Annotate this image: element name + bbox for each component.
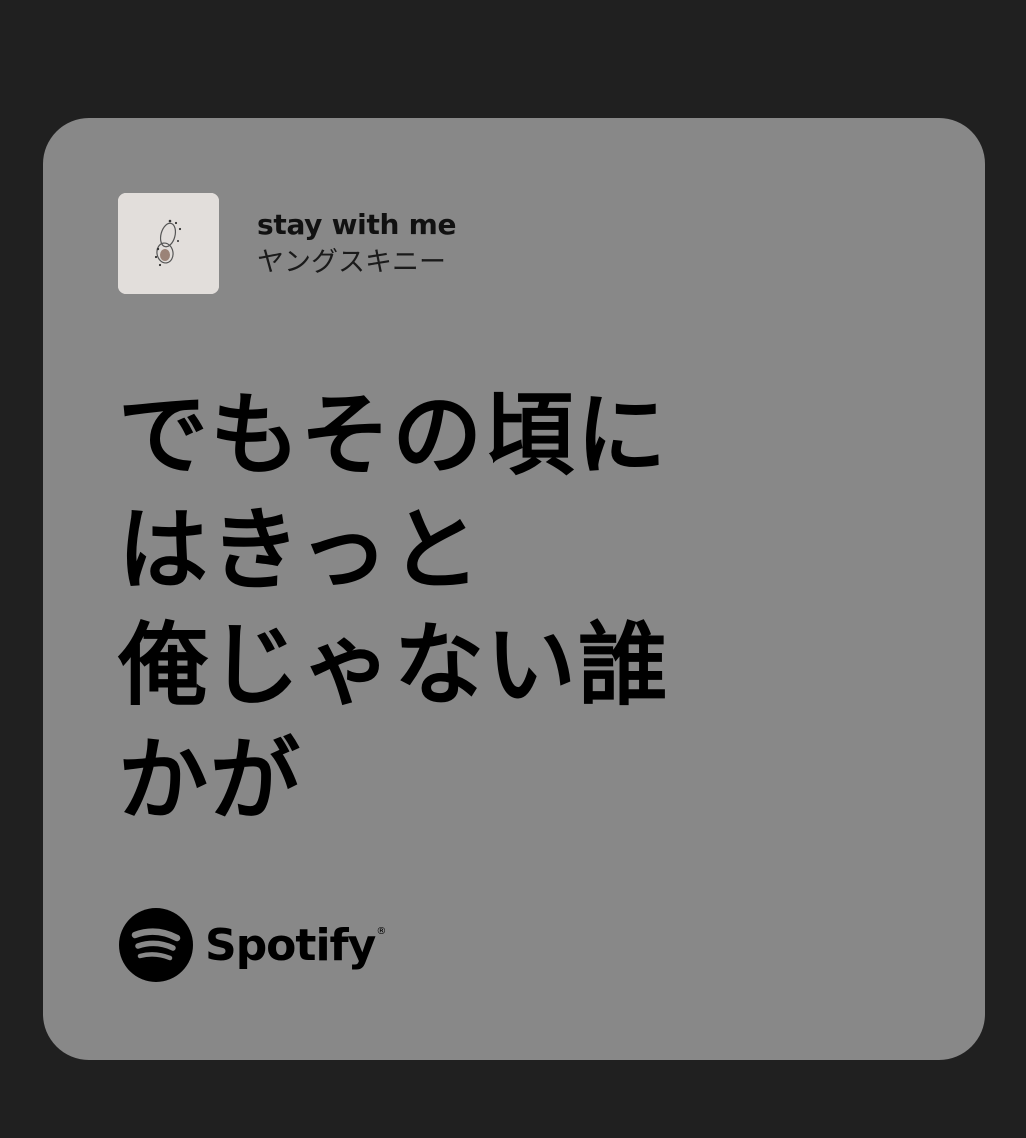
track-meta: stay with me ヤングスキニー bbox=[257, 193, 456, 294]
lyrics-share-card: stay with me ヤングスキニー でもその頃に はきっと 俺じゃない誰 … bbox=[43, 118, 985, 1060]
spotify-wordmark: Spotify bbox=[205, 919, 376, 971]
track-title: stay with me bbox=[257, 207, 457, 241]
track-header: stay with me ヤングスキニー bbox=[118, 193, 456, 294]
registered-mark: ® bbox=[376, 926, 387, 937]
track-artist: ヤングスキニー bbox=[257, 247, 446, 279]
spotify-logo-icon bbox=[119, 908, 193, 982]
lyric-text: でもその頃に はきっと 俺じゃない誰 かが bbox=[118, 383, 670, 833]
album-art-icon bbox=[118, 193, 219, 294]
spotify-branding: Spotify ® bbox=[119, 908, 386, 982]
album-cover-image bbox=[118, 193, 219, 294]
